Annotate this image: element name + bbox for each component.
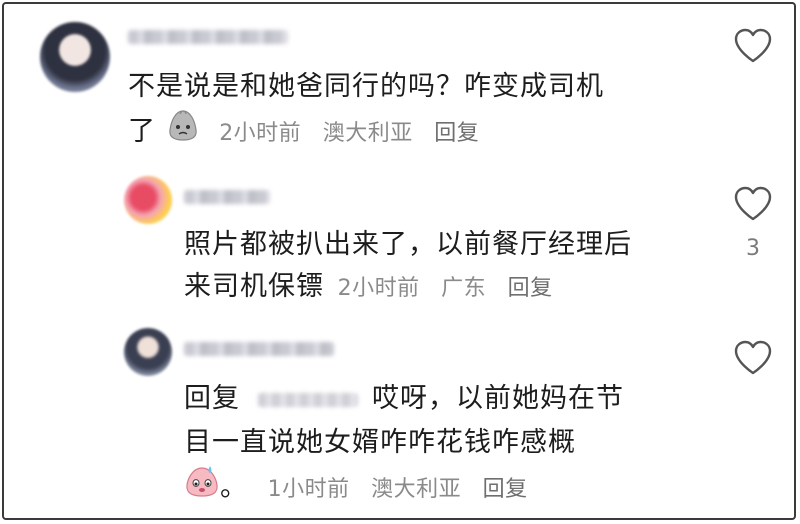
sweat-face-emoji-icon (184, 464, 220, 513)
comment-time: 2小时前 (337, 276, 420, 301)
comment-text-line1: 回复 哎呀，以前她妈在节 (184, 376, 624, 422)
comment-text-tail: 来司机保镖 (184, 271, 324, 302)
username-blurred[interactable] (128, 30, 288, 44)
comment-text-line1: 照片都被扒出来了，以前餐厅经理后 (184, 229, 632, 260)
comment-time: 2小时前 (219, 121, 302, 146)
comment-text-line2: 来司机保镖 2小时前 广东 回复 (184, 264, 567, 312)
reply-button[interactable]: 回复 (483, 477, 528, 502)
heart-outline-icon (734, 186, 772, 221)
mentioned-user-blurred[interactable] (258, 392, 358, 407)
comment-location: 澳大利亚 (371, 477, 462, 502)
heart-outline-icon (734, 28, 772, 63)
heart-outline-icon (734, 340, 772, 375)
comment-location: 广东 (441, 276, 487, 301)
comment-2: 照片都被扒出来了，以前餐厅经理后 来司机保镖 2小时前 广东 回复 3 (0, 160, 800, 310)
sad-face-emoji-icon (166, 108, 200, 157)
username-blurred[interactable] (184, 342, 334, 356)
comment-text-line2: 目一直说她女婿咋咋花钱咋感概 (184, 427, 576, 458)
comment-text-tail: 了 (128, 116, 156, 147)
avatar[interactable] (124, 176, 172, 224)
comment-text-line3: 。 1小时前 澳大利亚 回复 (184, 464, 542, 513)
comment-text-rest: 哎呀，以前她妈在节 (372, 383, 624, 414)
avatar[interactable] (40, 22, 110, 92)
comment-time: 1小时前 (267, 477, 350, 502)
comment-location: 澳大利亚 (322, 121, 413, 146)
comment-text-line2: 了 2小时前 澳大利亚 回复 (128, 108, 493, 157)
avatar[interactable] (124, 328, 172, 376)
comment-3: 回复 哎呀，以前她妈在节 目一直说她女婿咋咋花钱咋感概 。 1小时前 澳大利亚 回… (0, 310, 800, 520)
like-button[interactable] (733, 186, 773, 222)
comment-1: 不是说是和她爸同行的吗？咋变成司机 了 2小时前 澳大利亚 回复 (0, 0, 800, 160)
username-blurred[interactable] (184, 190, 270, 204)
like-button[interactable] (733, 28, 773, 64)
comment-text-suffix: 。 (220, 472, 248, 503)
comment-text-line1: 不是说是和她爸同行的吗？咋变成司机 (128, 71, 604, 102)
like-button[interactable] (733, 340, 773, 376)
like-count: 3 (746, 236, 760, 261)
reply-button[interactable]: 回复 (434, 121, 479, 146)
reply-prefix: 回复 (184, 383, 240, 414)
reply-button[interactable]: 回复 (508, 276, 553, 301)
